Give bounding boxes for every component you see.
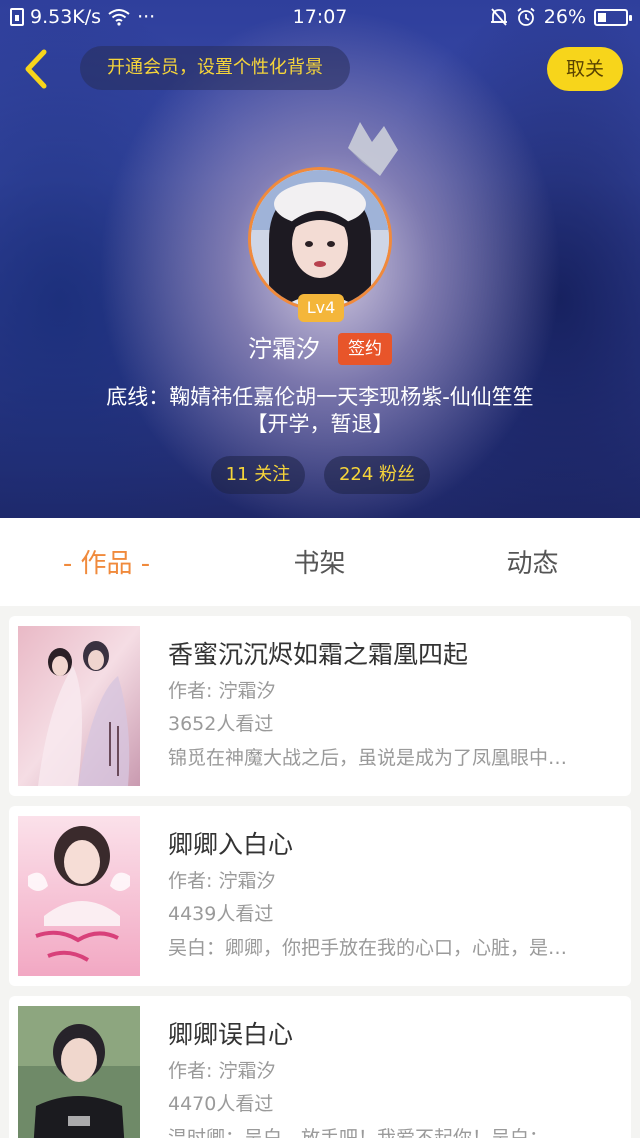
back-button[interactable]: [18, 46, 58, 92]
avatar-image: [251, 170, 389, 308]
book-excerpt: 锦觅在神魔大战之后，虽说是成为了凤凰眼中…: [168, 747, 568, 769]
vip-background-prompt[interactable]: 开通会员，设置个性化背景: [80, 46, 350, 90]
bell-off-icon: [490, 8, 507, 26]
book-views: 4470人看过: [168, 1093, 274, 1115]
following-count[interactable]: 11 关注: [211, 456, 305, 494]
bio-line: 【开学，暂退】: [246, 412, 394, 436]
book-title: 卿卿误白心: [168, 1020, 294, 1049]
chevron-left-icon: [25, 49, 47, 89]
battery-percent: 26%: [543, 6, 586, 28]
profile-bio: 底线：鞠婧祎任嘉伦胡一天李现杨紫-仙仙笙笙 【开学，暂退】: [40, 384, 600, 438]
profile-header: 9.53K/s ··· 17:07 26% 开通会员，设置个性化背景 取关 Lv…: [0, 0, 640, 518]
book-excerpt: 温时卿：吴白，放手吧！我爱不起你！吴白：…: [168, 1127, 568, 1138]
book-title: 卿卿入白心: [168, 830, 294, 859]
battery-icon: [594, 8, 632, 26]
book-cover: [18, 816, 140, 976]
tab-works[interactable]: - 作品 -: [0, 518, 213, 606]
avatar[interactable]: [248, 167, 392, 311]
signed-badge: 签约: [338, 333, 392, 365]
book-author: 作者: 泞霜汐: [168, 1060, 276, 1082]
book-cover: [18, 626, 140, 786]
tab-bookshelf[interactable]: 书架: [213, 518, 426, 606]
book-views: 3652人看过: [168, 713, 274, 735]
book-views: 4439人看过: [168, 903, 274, 925]
book-item[interactable]: 卿卿入白心 作者: 泞霜汐 4439人看过 吴白：卿卿，你把手放在我的心口，心脏…: [9, 806, 631, 986]
bio-line: 底线：鞠婧祎任嘉伦胡一天李现杨紫-仙仙笙笙: [106, 385, 534, 409]
book-excerpt: 吴白：卿卿，你把手放在我的心口，心脏，是…: [168, 937, 568, 959]
book-title: 香蜜沉沉烬如霜之霜凰四起: [168, 640, 469, 669]
tab-activity[interactable]: 动态: [426, 518, 639, 606]
book-item[interactable]: 卿卿误白心 作者: 泞霜汐 4470人看过 温时卿：吴白，放手吧！我爱不起你！吴…: [9, 996, 631, 1138]
followers-count[interactable]: 224 粉丝: [324, 456, 430, 494]
book-author: 作者: 泞霜汐: [168, 870, 276, 892]
book-author: 作者: 泞霜汐: [168, 680, 276, 702]
book-cover: [18, 1006, 140, 1138]
level-badge: Lv4: [298, 294, 344, 322]
username: 泞霜汐: [248, 335, 320, 363]
book-item[interactable]: 香蜜沉沉烬如霜之霜凰四起 作者: 泞霜汐 3652人看过 锦觅在神魔大战之后，虽…: [9, 616, 631, 796]
alarm-icon: [517, 7, 535, 26]
status-bar: 9.53K/s ··· 17:07 26%: [0, 0, 640, 34]
profile-tabs: - 作品 - 书架 动态: [0, 518, 640, 606]
unfollow-button[interactable]: 取关: [547, 47, 623, 91]
